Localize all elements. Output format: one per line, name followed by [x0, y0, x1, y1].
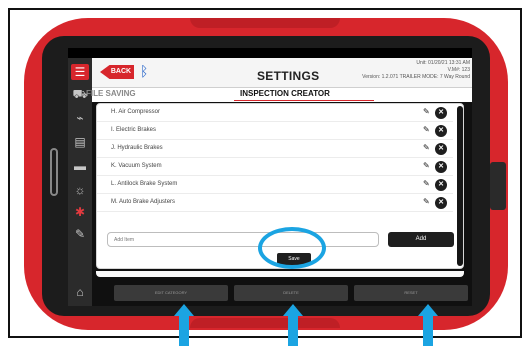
- scrollbar-thumb[interactable]: [457, 106, 463, 266]
- back-button[interactable]: BACK: [100, 65, 134, 79]
- add-button[interactable]: Add: [388, 232, 454, 247]
- save-highlight-circle: [258, 227, 326, 269]
- add-item-input[interactable]: [107, 232, 379, 247]
- list-item-label: M. Auto Brake Adjusters: [111, 199, 176, 205]
- meta-line-2: V.M#: 123: [447, 67, 470, 73]
- list-item[interactable]: M. Auto Brake Adjusters ✎ ✕: [97, 194, 453, 212]
- pointer-arrow-middle: [283, 304, 303, 346]
- list-scrollbar[interactable]: [456, 104, 463, 268]
- header-meta: Unit: 01/20/21 13:31 AM V.M#: 123 Versio…: [362, 60, 470, 81]
- edit-category-button[interactable]: EDIT CATEGORY: [114, 285, 228, 301]
- delete-icon[interactable]: ✕: [435, 143, 447, 155]
- menu-icon[interactable]: ☰: [71, 64, 89, 80]
- home-button[interactable]: [50, 148, 58, 196]
- list-item[interactable]: K. Vacuum System ✎ ✕: [97, 158, 453, 176]
- folder-icon[interactable]: ▬: [71, 158, 89, 174]
- app-header: BACK ᛒ SETTINGS Unit: 01/20/21 13:31 AM …: [92, 58, 472, 88]
- reset-button[interactable]: RESET: [354, 285, 468, 301]
- list-item[interactable]: L. Antilock Brake System ✎ ✕: [97, 176, 453, 194]
- bluetooth-icon[interactable]: ᛒ: [140, 63, 148, 79]
- list-item-label: K. Vacuum System: [111, 163, 162, 169]
- list-item-label: I. Electric Brakes: [111, 127, 157, 133]
- page-title: SETTINGS: [257, 69, 320, 83]
- clipboard-icon[interactable]: ▤: [71, 134, 89, 150]
- meta-line-3: Version: 1.2.071 TRAILER MODE: 7 Way Rou…: [362, 74, 470, 80]
- edit-icon[interactable]: ✎: [71, 226, 89, 242]
- remote-icon[interactable]: ⌂: [71, 284, 89, 300]
- list-item-label: L. Antilock Brake System: [111, 181, 178, 187]
- gear-icon[interactable]: ✱: [71, 204, 89, 220]
- pencil-icon[interactable]: ✎: [423, 179, 430, 188]
- list-item[interactable]: I. Electric Brakes ✎ ✕: [97, 122, 453, 140]
- delete-icon[interactable]: ✕: [435, 179, 447, 191]
- delete-button[interactable]: DELETE: [234, 285, 348, 301]
- pencil-icon[interactable]: ✎: [423, 107, 430, 116]
- side-mount-clip: [490, 162, 506, 210]
- case-top-notch: [190, 18, 340, 28]
- list-item-label: H. Air Compressor: [111, 109, 161, 115]
- pencil-icon[interactable]: ✎: [423, 197, 430, 206]
- panel-footer-strip: [96, 271, 464, 277]
- list-item-label: J. Hydraulic Brakes: [111, 145, 163, 151]
- pointer-arrow-right: [418, 304, 438, 346]
- pointer-arrow-left: [174, 304, 194, 346]
- bulb-icon[interactable]: ☼: [71, 182, 89, 198]
- settings-tabs: FILE SAVING INSPECTION CREATOR: [86, 88, 472, 102]
- status-bar: [68, 48, 472, 58]
- tab-file-saving[interactable]: FILE SAVING: [86, 89, 136, 98]
- pencil-icon[interactable]: ✎: [423, 143, 430, 152]
- pulse-icon[interactable]: ⌁: [71, 110, 89, 126]
- delete-icon[interactable]: ✕: [435, 197, 447, 209]
- tablet-screen: ☰ ⛟ ⌁ ▤ ▬ ☼ ✱ ✎ ⌂ BACK ᛒ SETTINGS Unit: …: [68, 48, 472, 306]
- delete-icon[interactable]: ✕: [435, 161, 447, 173]
- pencil-icon[interactable]: ✎: [423, 161, 430, 170]
- bottom-action-bar: EDIT CATEGORY DELETE RESET: [92, 282, 472, 304]
- delete-icon[interactable]: ✕: [435, 107, 447, 119]
- list-item[interactable]: J. Hydraulic Brakes ✎ ✕: [97, 140, 453, 158]
- meta-line-1: Unit: 01/20/21 13:31 AM: [416, 60, 470, 66]
- delete-icon[interactable]: ✕: [435, 125, 447, 137]
- list-item[interactable]: H. Air Compressor ✎ ✕: [97, 104, 453, 122]
- tab-inspection-creator[interactable]: INSPECTION CREATOR: [240, 89, 330, 98]
- case-bottom-notch: [190, 318, 340, 328]
- pencil-icon[interactable]: ✎: [423, 125, 430, 134]
- active-tab-indicator: [234, 100, 374, 101]
